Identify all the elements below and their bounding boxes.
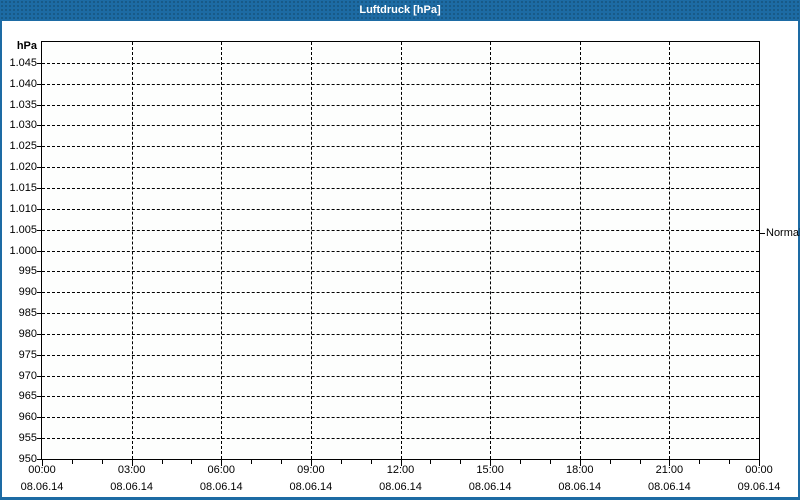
y-axis-tick <box>37 376 41 377</box>
y-axis-tick <box>37 209 41 210</box>
x-minor-tick <box>191 460 192 464</box>
x-time-label: 06:00 <box>191 463 251 477</box>
y-tick-label: 1.000 <box>0 244 37 258</box>
x-date-label: 09.06.14 <box>729 480 789 494</box>
x-date-label: 08.06.14 <box>12 480 72 494</box>
y-axis-tick <box>37 230 41 231</box>
frame-left-border <box>0 21 2 500</box>
y-tick-label: 1.005 <box>0 223 37 237</box>
x-minor-tick <box>72 460 73 464</box>
v-gridline <box>221 42 222 459</box>
v-gridline <box>490 42 491 459</box>
x-minor-tick <box>251 460 252 464</box>
y-tick-label: 1.035 <box>0 98 37 112</box>
x-time-label: 21:00 <box>639 463 699 477</box>
y-axis-tick <box>37 292 41 293</box>
y-axis-unit-label: hPa <box>0 39 37 53</box>
y-tick-label: 990 <box>0 285 37 299</box>
y-axis-tick <box>37 271 41 272</box>
x-minor-tick <box>729 460 730 464</box>
y-tick-label: 980 <box>0 327 37 341</box>
y-tick-label: 975 <box>0 348 37 362</box>
title-bar: Luftdruck [hPa] <box>0 0 800 21</box>
y-axis-tick <box>37 313 41 314</box>
x-date-label: 08.06.14 <box>371 480 431 494</box>
v-gridline <box>401 42 402 459</box>
y-tick-label: 985 <box>0 306 37 320</box>
x-time-label: 18:00 <box>550 463 610 477</box>
x-minor-tick <box>430 460 431 464</box>
y-tick-label: 1.040 <box>0 77 37 91</box>
y-tick-label: 1.025 <box>0 139 37 153</box>
x-minor-tick <box>102 460 103 464</box>
x-minor-tick <box>610 460 611 464</box>
x-time-label: 00:00 <box>729 463 789 477</box>
v-gridline <box>311 42 312 459</box>
y-axis-tick <box>37 105 41 106</box>
x-time-label: 12:00 <box>371 463 431 477</box>
y-tick-label: 965 <box>0 389 37 403</box>
x-minor-tick <box>640 460 641 464</box>
x-minor-tick <box>520 460 521 464</box>
x-minor-tick <box>460 460 461 464</box>
v-gridline <box>669 42 670 459</box>
x-date-label: 08.06.14 <box>639 480 699 494</box>
x-minor-tick <box>281 460 282 464</box>
y-tick-label: 995 <box>0 264 37 278</box>
x-date-label: 08.06.14 <box>102 480 162 494</box>
y-axis-tick <box>37 417 41 418</box>
y-axis-tick <box>37 334 41 335</box>
y-tick-label: 955 <box>0 431 37 445</box>
y-axis-tick <box>37 396 41 397</box>
x-time-label: 09:00 <box>281 463 341 477</box>
y-tick-label: 970 <box>0 369 37 383</box>
chart-title: Luftdruck [hPa] <box>359 4 440 16</box>
y-axis-tick <box>37 459 41 460</box>
x-date-label: 08.06.14 <box>281 480 341 494</box>
y-axis-tick <box>37 355 41 356</box>
y-tick-label: 960 <box>0 410 37 424</box>
y-tick-label: 1.020 <box>0 160 37 174</box>
y-axis-tick <box>37 188 41 189</box>
x-minor-tick <box>162 460 163 464</box>
x-date-label: 08.06.14 <box>191 480 251 494</box>
v-gridline <box>580 42 581 459</box>
y-axis-tick <box>37 438 41 439</box>
x-time-label: 00:00 <box>12 463 72 477</box>
x-time-label: 03:00 <box>102 463 162 477</box>
y-axis-tick <box>37 167 41 168</box>
y-tick-label: 1.030 <box>0 118 37 132</box>
x-date-label: 08.06.14 <box>550 480 610 494</box>
y-axis-tick <box>37 146 41 147</box>
x-time-label: 15:00 <box>460 463 520 477</box>
y-tick-label: 1.010 <box>0 202 37 216</box>
pressure-chart-panel: Luftdruck [hPa] hPa 95095596096597097598… <box>0 0 800 500</box>
plot-area <box>41 41 760 460</box>
v-gridline <box>132 42 133 459</box>
normal-marker-tick <box>760 233 765 234</box>
x-minor-tick <box>699 460 700 464</box>
y-tick-label: 1.015 <box>0 181 37 195</box>
normal-marker-label: Normal <box>766 226 800 240</box>
y-axis-tick <box>37 84 41 85</box>
x-minor-tick <box>550 460 551 464</box>
y-tick-label: 1.045 <box>0 56 37 70</box>
y-axis-tick <box>37 251 41 252</box>
y-axis-tick <box>37 125 41 126</box>
x-minor-tick <box>341 460 342 464</box>
x-minor-tick <box>371 460 372 464</box>
y-axis-tick <box>37 63 41 64</box>
x-date-label: 08.06.14 <box>460 480 520 494</box>
